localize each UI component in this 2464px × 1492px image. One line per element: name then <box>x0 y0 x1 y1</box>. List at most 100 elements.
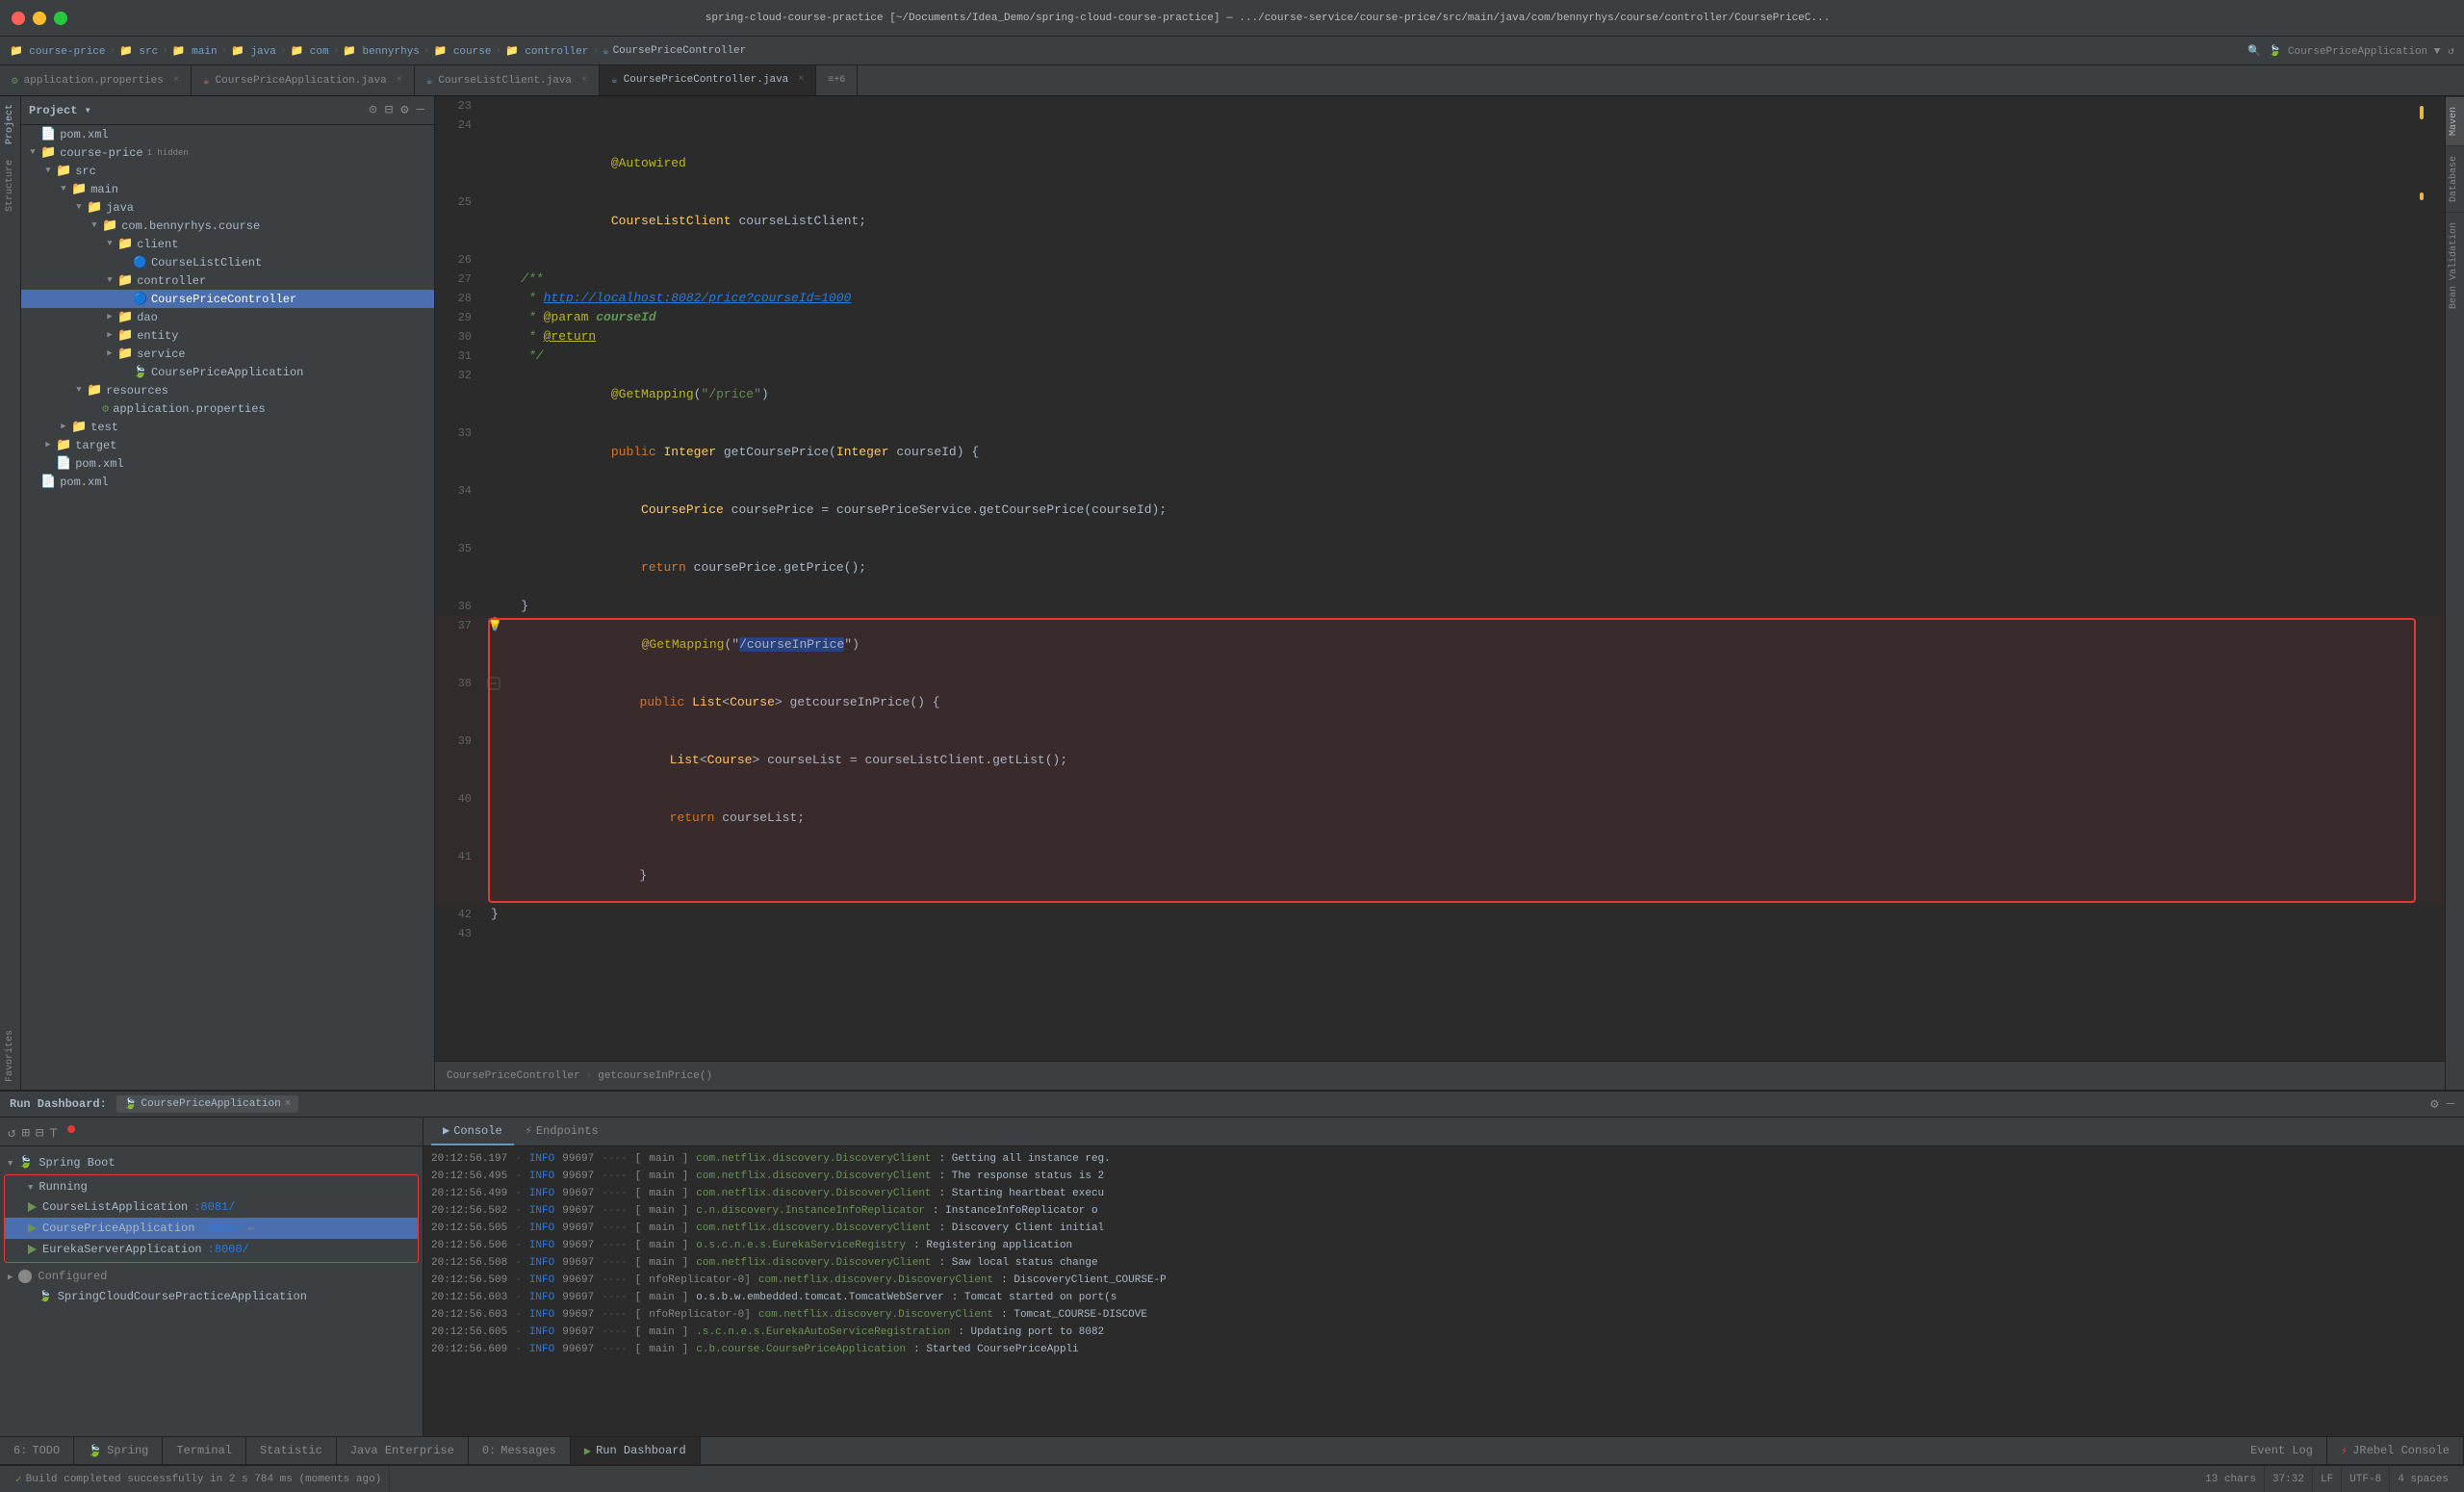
tree-item-java[interactable]: 📁 java <box>21 198 434 217</box>
bc-course[interactable]: 📁 course <box>434 44 492 58</box>
fold-icon-38[interactable] <box>487 674 504 732</box>
bean-validation-panel-tab[interactable]: Bean Validation <box>2446 212 2464 319</box>
bottom-tab-statistic[interactable]: Statistic <box>246 1437 337 1464</box>
run-item-spring-cloud[interactable]: 🍃 SpringCloudCoursePracticeApplication <box>0 1286 423 1307</box>
run-item-cpapp-edit[interactable]: ✏ <box>248 1222 255 1235</box>
run-item-course-price[interactable]: CoursePriceApplication :8082/ ✏ <box>5 1218 418 1239</box>
arrow-entity[interactable] <box>102 330 117 341</box>
search-icon[interactable]: 🔍 <box>2247 44 2261 58</box>
arrow-resources[interactable] <box>71 385 87 396</box>
bc-controller[interactable]: 📁 controller <box>505 44 588 58</box>
gear-settings-icon[interactable]: ⚙ <box>2430 1096 2438 1113</box>
sync-icon[interactable]: ⊙ <box>367 100 378 120</box>
arrow-main[interactable] <box>56 184 71 194</box>
run-filter-icon[interactable]: ⊤ <box>49 1125 57 1142</box>
bc-main[interactable]: 📁 main <box>172 44 218 58</box>
settings-icon[interactable]: ⚙ <box>398 100 410 120</box>
tree-item-test[interactable]: 📁 test <box>21 418 434 436</box>
tree-item-com-bennyrhys[interactable]: 📁 com.bennyrhys.course <box>21 217 434 235</box>
bc-src[interactable]: 📁 src <box>119 44 158 58</box>
tree-item-pom-module[interactable]: 📄 pom.xml <box>21 454 434 473</box>
tab-close-cpa[interactable]: × <box>397 75 402 86</box>
status-lf[interactable]: LF <box>2313 1466 2342 1492</box>
arrow-java[interactable] <box>71 202 87 213</box>
run-item-clapp-port[interactable]: :8081/ <box>193 1200 235 1214</box>
refresh-icon[interactable]: ↺ <box>2448 44 2454 58</box>
tree-item-dao[interactable]: 📁 dao <box>21 308 434 326</box>
arrow-controller[interactable] <box>102 275 117 286</box>
minimize-panel-icon[interactable]: — <box>415 100 426 120</box>
arrow-client[interactable] <box>102 239 117 249</box>
console-tab-console[interactable]: ▶Console <box>431 1118 514 1145</box>
code-area[interactable]: 23 24 ⚡ @Autowired 25 C <box>435 96 2445 1061</box>
run-app-badge[interactable]: 🍃 CoursePriceApplication × <box>116 1095 299 1113</box>
minimize-button[interactable] <box>33 12 46 25</box>
close-button[interactable] <box>12 12 25 25</box>
minimize-bottom-icon[interactable]: — <box>2447 1096 2454 1113</box>
status-indent[interactable]: 4 spaces <box>2390 1466 2456 1492</box>
arrow-test[interactable] <box>56 422 71 432</box>
tree-item-src[interactable]: 📁 src <box>21 162 434 180</box>
favorites-tab[interactable]: Favorites <box>3 1022 17 1090</box>
arrow-course-price[interactable] <box>25 147 40 158</box>
tab-course-price-controller[interactable]: ☕ CoursePriceController.java × <box>600 65 816 95</box>
bc-course-price[interactable]: 📁 course-price <box>10 44 106 58</box>
tab-close-cpc[interactable]: × <box>798 74 804 85</box>
tree-item-client[interactable]: 📁 client <box>21 235 434 253</box>
run-refresh-icon[interactable]: ↺ <box>8 1125 15 1142</box>
arrow-target[interactable] <box>40 440 56 450</box>
tree-item-entity[interactable]: 📁 entity <box>21 326 434 345</box>
tree-item-course-list-client[interactable]: 🔵 CourseListClient <box>21 253 434 271</box>
tree-item-service[interactable]: 📁 service <box>21 345 434 363</box>
bc-bennyrhys[interactable]: 📁 bennyrhys <box>343 44 420 58</box>
arrow-dao[interactable] <box>102 312 117 322</box>
structure-tab[interactable]: Structure <box>3 152 17 219</box>
tab-application-properties[interactable]: ⚙ application.properties × <box>0 65 192 95</box>
run-item-eureka[interactable]: EurekaServerApplication :8000/ <box>5 1239 418 1260</box>
tab-more[interactable]: ≡+6 <box>816 65 858 95</box>
stop-button[interactable] <box>67 1125 75 1133</box>
maximize-button[interactable] <box>54 12 67 25</box>
tab-course-price-application[interactable]: ☕ CoursePriceApplication.java × <box>192 65 415 95</box>
tree-item-target[interactable]: 📁 target <box>21 436 434 454</box>
bottom-tab-spring[interactable]: 🍃 Spring <box>74 1437 163 1464</box>
maven-panel-tab[interactable]: Maven <box>2446 96 2464 145</box>
running-header[interactable]: Running <box>5 1177 418 1196</box>
bc-java[interactable]: 📁 java <box>231 44 276 58</box>
arrow-src[interactable] <box>40 166 56 176</box>
tree-item-pom-root[interactable]: 📄 pom.xml <box>21 125 434 143</box>
configured-header[interactable]: Configured <box>0 1267 423 1286</box>
tree-item-course-price-controller[interactable]: 🔵 CoursePriceController <box>21 290 434 308</box>
tree-item-main[interactable]: 📁 main <box>21 180 434 198</box>
tree-item-pom-root2[interactable]: 📄 pom.xml <box>21 473 434 491</box>
bottom-tab-run-dashboard[interactable]: ▶ Run Dashboard <box>571 1437 701 1464</box>
tab-close-clc[interactable]: × <box>581 75 587 86</box>
arrow-com[interactable] <box>87 220 102 231</box>
run-app-selector[interactable]: 🍃 CoursePriceApplication ▼ <box>2269 44 2441 58</box>
bottom-tab-todo[interactable]: 6: TODO <box>0 1437 74 1464</box>
bottom-tab-event-log[interactable]: Event Log <box>2237 1437 2327 1464</box>
bottom-tab-messages[interactable]: 0: Messages <box>469 1437 571 1464</box>
status-encoding[interactable]: UTF-8 <box>2342 1466 2390 1492</box>
tree-item-resources[interactable]: 📁 resources <box>21 381 434 399</box>
project-tab[interactable]: Project <box>3 96 17 152</box>
spring-boot-header[interactable]: 🍃 Spring Boot <box>0 1152 423 1172</box>
run-expand-icon[interactable]: ⊞ <box>21 1125 29 1142</box>
console-tab-endpoints[interactable]: ⚡Endpoints <box>514 1118 610 1145</box>
bc-com[interactable]: 📁 com <box>290 44 328 58</box>
tree-item-app-properties[interactable]: ⚙ application.properties <box>21 399 434 418</box>
arrow-service[interactable] <box>102 348 117 359</box>
run-item-eureka-port[interactable]: :8000/ <box>208 1243 249 1256</box>
bc-controller-file[interactable]: CoursePriceController <box>613 45 747 57</box>
tab-close-properties[interactable]: × <box>173 75 179 86</box>
bottom-tab-jrebel[interactable]: ⚡ JRebel Console <box>2327 1437 2464 1464</box>
tab-course-list-client[interactable]: ☕ CourseListClient.java × <box>415 65 600 95</box>
run-app-close[interactable]: × <box>285 1098 292 1110</box>
tree-item-controller[interactable]: 📁 controller <box>21 271 434 290</box>
database-panel-tab[interactable]: Database <box>2446 145 2464 212</box>
collapse-icon[interactable]: ⊟ <box>383 100 395 120</box>
run-item-course-list[interactable]: CourseListApplication :8081/ <box>5 1196 418 1218</box>
bulb-icon[interactable]: 💡 <box>487 616 502 674</box>
run-grid-icon[interactable]: ⊟ <box>36 1125 43 1142</box>
tree-item-course-price-app[interactable]: 🍃 CoursePriceApplication <box>21 363 434 381</box>
